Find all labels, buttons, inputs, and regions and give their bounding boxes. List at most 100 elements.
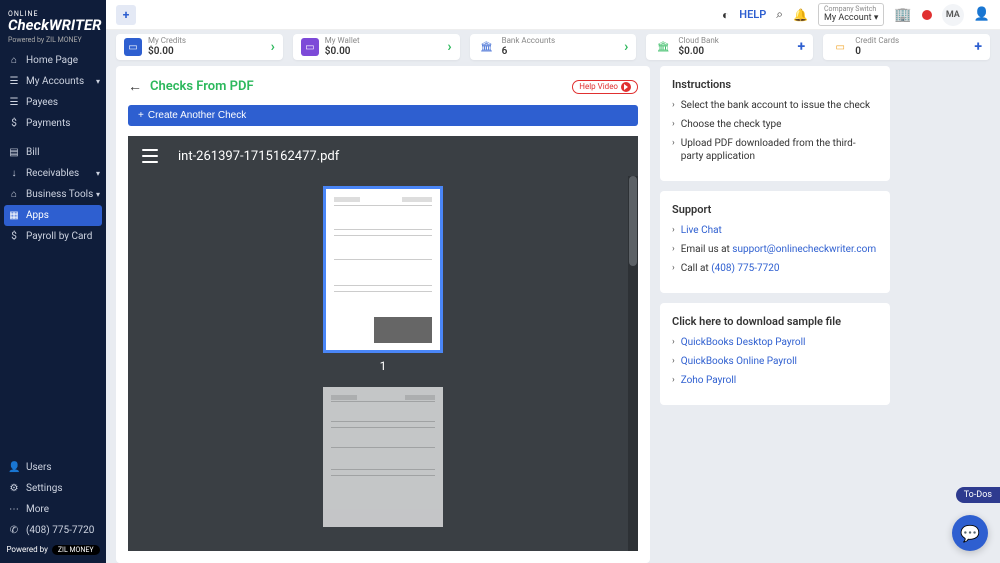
plus-icon: + [798,39,806,55]
sidebar-item-receivables[interactable]: ↓ Receivables ▾ [0,163,106,184]
chevron-right-icon: › [672,119,675,131]
support-phone-link[interactable]: (408) 775-7720 [711,263,779,274]
email-prefix: Email us at [681,244,733,255]
chat-bubble-icon[interactable]: 💬 [952,515,988,551]
sidebar-item-label: Home Page [26,55,78,66]
play-icon [621,82,631,92]
samples-title: Click here to download sample file [672,315,878,328]
sidebar-item-bill[interactable]: ▤ Bill [0,142,106,163]
back-arrow-icon[interactable]: ← [128,78,142,95]
dollar-icon: $ [8,118,20,129]
logo[interactable]: ONLINE CheckWRITER Powered by ZIL MONEY [0,0,106,50]
call-prefix: Call at [681,263,711,274]
sample-item[interactable]: ›QuickBooks Desktop Payroll [672,336,878,349]
samples-panel: Click here to download sample file ›Quic… [660,303,890,405]
help-video-button[interactable]: Help Video [572,80,638,94]
company-switch-value: My Account [824,13,872,23]
dollar-icon: $ [8,231,20,242]
gear-icon: ⚙ [8,483,20,494]
card-label: Bank Accounts [502,37,625,46]
bell-icon[interactable]: 🔔 [793,8,808,22]
page-header: ← Checks From PDF Help Video [128,78,638,95]
company-switch[interactable]: Company Switch My Account ▾ [818,3,884,26]
search-icon[interactable]: ⌕ [776,7,783,22]
chevron-right-icon: › [672,138,675,150]
card-credit-cards[interactable]: ▭ Credit Cards0 + [823,34,990,60]
phone-icon: ✆ [8,525,20,536]
sidebar-item-label: Users [26,462,52,473]
card-bank-accounts[interactable]: 🏛 Bank Accounts6 › [470,34,637,60]
sidebar-item-home[interactable]: ⌂ Home Page [0,50,106,71]
card-value: $0.00 [148,46,271,57]
wallet-icon: ▭ [301,38,319,56]
sidebar-item-payees[interactable]: ☰ Payees [0,92,106,113]
chevron-right-icon: › [447,39,451,55]
dark-mode-icon[interactable]: ◐ [722,8,729,22]
add-tab-button[interactable]: + [116,5,136,25]
sidebar-item-payments[interactable]: $ Payments [0,113,106,134]
chevron-down-icon: ▾ [96,190,100,199]
sample-item[interactable]: ›Zoho Payroll [672,374,878,387]
sample-link: QuickBooks Desktop Payroll [681,336,806,349]
sidebar-item-label: My Accounts [26,76,84,87]
chevron-right-icon: › [672,244,675,256]
pdf-filename: int-261397-1715162477.pdf [178,149,339,164]
sidebar-item-label: (408) 775-7720 [26,525,94,536]
sidebar-item-settings[interactable]: ⚙ Settings [0,478,106,499]
support-email-link[interactable]: support@onlinecheckwriter.com [732,244,876,255]
chevron-right-icon: › [672,225,675,237]
sample-item[interactable]: ›QuickBooks Online Payroll [672,355,878,368]
create-another-check-button[interactable]: + Create Another Check [128,105,638,126]
sidebar-item-label: Receivables [26,168,79,179]
instruction-text: Select the bank account to issue the che… [681,99,870,112]
live-chat-item[interactable]: ›Live Chat [672,224,878,237]
todos-button[interactable]: To-Dos [956,487,1000,503]
help-link[interactable]: HELP [739,8,766,21]
user-icon[interactable]: 👤 [974,7,990,22]
plus-icon: + [138,110,144,121]
card-label: Cloud Bank [678,37,797,46]
card-cloud-bank[interactable]: 🏛 Cloud Bank$0.00 + [646,34,813,60]
sidebar-bottom: 👤 Users ⚙ Settings ⋯ More ✆ (408) 775-77… [0,457,106,563]
pdf-scrollbar-thumb[interactable] [629,176,637,266]
sidebar-item-more[interactable]: ⋯ More [0,499,106,520]
chevron-right-icon: › [624,39,628,55]
more-icon: ⋯ [8,504,20,515]
chevron-right-icon: › [672,375,675,387]
topbar: + ◐ HELP ⌕ 🔔 Company Switch My Account ▾… [106,0,1000,30]
pdf-page-1[interactable] [323,186,443,353]
card-value: 6 [502,46,625,57]
hamburger-icon[interactable] [142,149,158,163]
sidebar-item-accounts[interactable]: ☰ My Accounts ▾ [0,71,106,92]
support-panel: Support ›Live Chat ›Email us at support@… [660,191,890,293]
main: ← Checks From PDF Help Video + Create An… [116,66,990,563]
card-my-credits[interactable]: ▭ My Credits$0.00 › [116,34,283,60]
pdf-page-2[interactable] [323,387,443,527]
building-icon[interactable]: 🏢 [894,7,911,23]
sidebar-item-business-tools[interactable]: ⌂ Business Tools ▾ [0,184,106,205]
main-panel: ← Checks From PDF Help Video + Create An… [116,66,650,563]
cloud-bank-icon: 🏛 [654,38,672,56]
pdf-scrollbar[interactable] [628,176,638,551]
sidebar-item-label: Payroll by Card [26,231,92,242]
record-icon[interactable] [922,10,932,20]
card-label: Credit Cards [855,37,974,46]
sidebar: ONLINE CheckWRITER Powered by ZIL MONEY … [0,0,106,563]
card-my-wallet[interactable]: ▭ My Wallet$0.00 › [293,34,460,60]
sidebar-item-label: Apps [26,210,49,221]
sidebar-item-label: Bill [26,147,40,158]
plus-icon: + [974,39,982,55]
right-sidebar: Instructions ›Select the bank account to… [660,66,890,563]
instruction-item: ›Upload PDF downloaded from the third-pa… [672,137,878,163]
sidebar-item-apps[interactable]: ▦ Apps [4,205,102,226]
sidebar-item-payroll-card[interactable]: $ Payroll by Card [0,226,106,247]
sidebar-item-users[interactable]: 👤 Users [0,457,106,478]
apps-icon: ▦ [8,210,20,221]
chevron-right-icon: › [672,100,675,112]
pdf-viewer: int-261397-1715162477.pdf 1 [128,136,638,551]
sidebar-item-phone[interactable]: ✆ (408) 775-7720 [0,520,106,541]
pdf-pages[interactable]: 1 [128,176,638,551]
stats-cards: ▭ My Credits$0.00 › ▭ My Wallet$0.00 › 🏛… [116,34,990,60]
sidebar-item-label: Payments [26,118,70,129]
avatar[interactable]: MA [942,4,964,26]
